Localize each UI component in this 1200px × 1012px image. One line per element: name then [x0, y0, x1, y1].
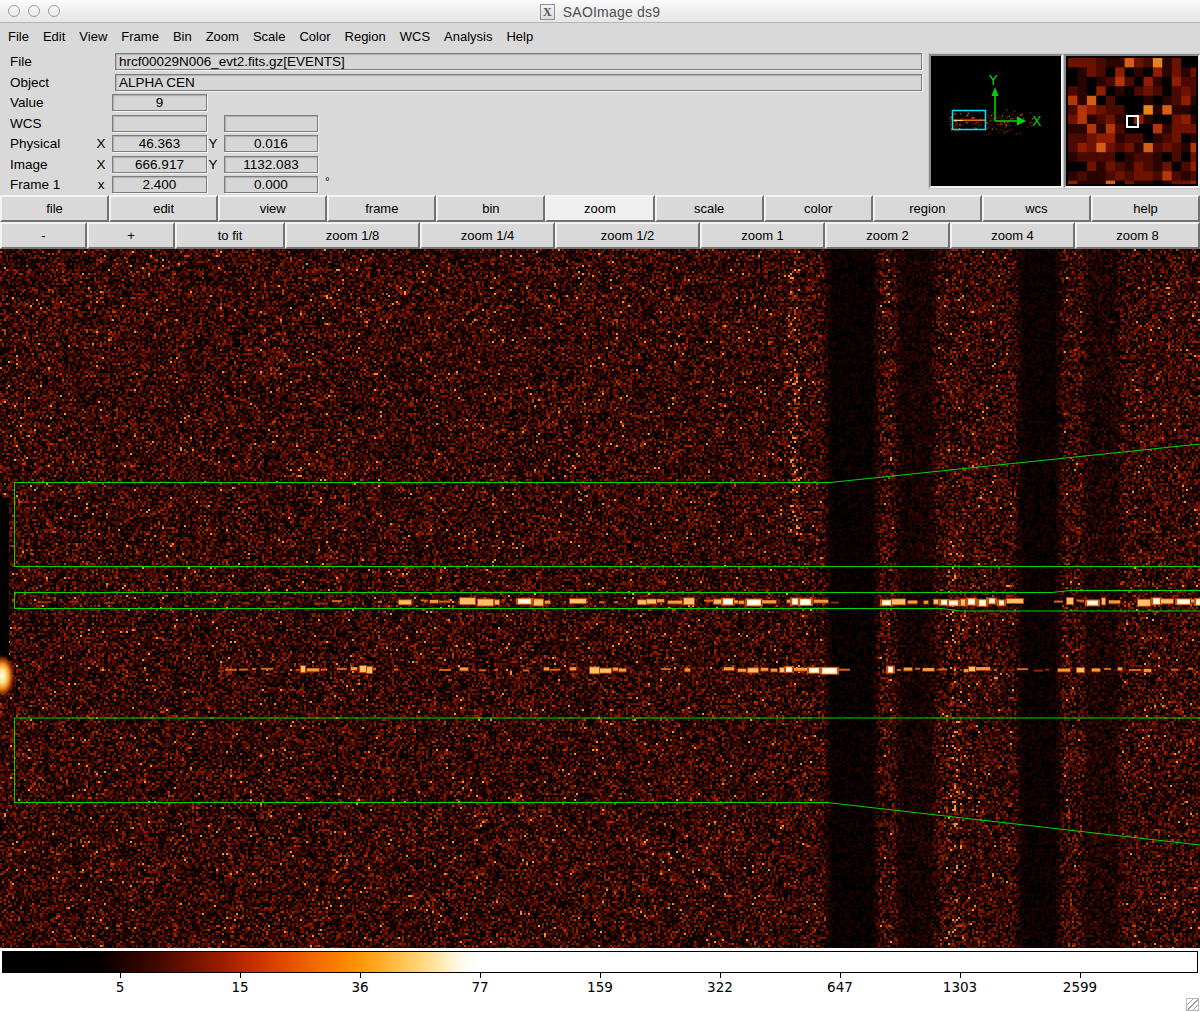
axis-label-physical-2: Y — [206, 135, 220, 152]
colorbar-tick — [360, 973, 361, 978]
colorbar-tick-label: 2599 — [1063, 979, 1097, 995]
colorbar-tick-label: 1303 — [943, 979, 977, 995]
colorbar-tick-label: 647 — [827, 979, 853, 995]
colorbar-tick — [960, 973, 961, 978]
axis-label-frame-1: x — [94, 176, 108, 193]
info-label-physical: Physical — [10, 135, 60, 152]
colorbar-tick-label: 15 — [231, 979, 248, 995]
colorbar-tick-label: 5 — [116, 979, 125, 995]
object-field[interactable]: ALPHA CEN — [115, 74, 922, 91]
magnifier — [1064, 54, 1200, 188]
colorbar-tick — [1080, 973, 1081, 978]
menu-wcs[interactable]: WCS — [400, 27, 430, 46]
physical-field-2[interactable]: 0.016 — [224, 135, 318, 152]
toolbar-button-edit[interactable]: edit — [109, 195, 218, 222]
frame-field-1[interactable]: 2.400 — [112, 176, 207, 193]
info-label-value: Value — [10, 94, 44, 111]
axis-label-image-2: Y — [206, 156, 220, 173]
info-label-object: Object — [10, 74, 49, 91]
wcs-field-1[interactable] — [112, 115, 207, 132]
info-label-frame: Frame 1 — [10, 176, 60, 193]
toolbar-button-frame[interactable]: frame — [327, 195, 436, 222]
frame-field-2[interactable]: 0.000 — [224, 176, 318, 193]
toolbar-button-file[interactable]: file — [0, 195, 109, 222]
menu-edit[interactable]: Edit — [43, 27, 65, 46]
menu-analysis[interactable]: Analysis — [444, 27, 492, 46]
toolbar-button-view[interactable]: view — [218, 195, 327, 222]
zoom-button-zoom-4[interactable]: zoom 4 — [950, 222, 1075, 249]
toolbar-button-scale[interactable]: scale — [655, 195, 764, 222]
colorbar-tick — [600, 973, 601, 978]
resize-grip[interactable] — [1186, 998, 1199, 1011]
zoom-button-zoom-1-4[interactable]: zoom 1/4 — [420, 222, 555, 249]
zoom-button-zoom-1-8[interactable]: zoom 1/8 — [285, 222, 420, 249]
info-panel: File hrcf00029N006_evt2.fits.gz[EVENTS] Ob… — [0, 49, 1200, 195]
colorbar-tick — [720, 973, 721, 978]
toolbar-button-zoom[interactable]: zoom — [545, 195, 654, 222]
menu-color[interactable]: Color — [299, 27, 330, 46]
menu-frame[interactable]: Frame — [121, 27, 159, 46]
zoom-button--[interactable]: - — [0, 222, 87, 249]
panner[interactable] — [929, 54, 1063, 188]
menu-view[interactable]: View — [79, 27, 107, 46]
colorbar-tick-label: 322 — [707, 979, 733, 995]
axis-label-image-1: X — [94, 156, 108, 173]
ds9-window: X SAOImage ds9 File Edit View Frame Bin Zoom S… — [0, 0, 1200, 1012]
x11-app-icon: X — [540, 4, 555, 20]
image-field-1[interactable]: 666.917 — [112, 156, 207, 173]
colorbar-tick — [480, 973, 481, 978]
value-field[interactable]: 9 — [112, 94, 207, 111]
colorbar[interactable] — [2, 951, 1198, 973]
zoom-button-zoom-8[interactable]: zoom 8 — [1075, 222, 1200, 249]
zoom-button-+[interactable]: + — [87, 222, 175, 249]
menu-bin[interactable]: Bin — [173, 27, 192, 46]
menubar: File Edit View Frame Bin Zoom Scale Color Region… — [0, 24, 1200, 49]
menu-region[interactable]: Region — [345, 27, 386, 46]
colorbar-area: 5 15 36 77 159 322 647 1303 2599 — [0, 948, 1200, 1012]
toolbar-button-help[interactable]: help — [1091, 195, 1200, 222]
zoom-button-zoom-1[interactable]: zoom 1 — [700, 222, 825, 249]
toolbar-button-wcs[interactable]: wcs — [982, 195, 1091, 222]
colorbar-gradient — [3, 952, 1197, 972]
info-label-image: Image — [10, 156, 48, 173]
menu-scale[interactable]: Scale — [253, 27, 286, 46]
zoom-button-to-fit[interactable]: to fit — [175, 222, 285, 249]
colorbar-tick-label: 36 — [351, 979, 368, 995]
info-label-file: File — [10, 53, 32, 70]
window-titlebar: X SAOImage ds9 — [0, 0, 1200, 23]
menu-file[interactable]: File — [8, 27, 29, 46]
image-canvas[interactable] — [0, 249, 1200, 948]
wcs-field-2[interactable] — [224, 115, 318, 132]
magnifier-canvas — [1068, 58, 1196, 184]
zoom-button-zoom-1-2[interactable]: zoom 1/2 — [555, 222, 700, 249]
file-field[interactable]: hrcf00029N006_evt2.fits.gz[EVENTS] — [115, 53, 922, 70]
toolbar-button-region[interactable]: region — [873, 195, 982, 222]
toolbar-zoom: -+to fitzoom 1/8zoom 1/4zoom 1/2zoom 1zo… — [0, 222, 1200, 249]
degree-suffix: ° — [325, 175, 330, 189]
zoom-button-zoom-2[interactable]: zoom 2 — [825, 222, 950, 249]
colorbar-tick-label: 77 — [471, 979, 488, 995]
colorbar-tick-label: 159 — [587, 979, 613, 995]
menu-help[interactable]: Help — [506, 27, 533, 46]
info-label-wcs: WCS — [10, 115, 42, 132]
menu-zoom[interactable]: Zoom — [206, 27, 239, 46]
toolbar-button-bin[interactable]: bin — [436, 195, 545, 222]
window-title: SAOImage ds9 — [563, 4, 660, 20]
toolbar-button-color[interactable]: color — [764, 195, 873, 222]
colorbar-tick — [120, 973, 121, 978]
panner-canvas[interactable] — [933, 58, 1059, 184]
physical-field-1[interactable]: 46.363 — [112, 135, 207, 152]
colorbar-tick — [240, 973, 241, 978]
toolbar-primary: fileeditviewframebinzoomscalecolorregion… — [0, 195, 1200, 222]
image-field-2[interactable]: 1132.083 — [224, 156, 318, 173]
colorbar-tick — [840, 973, 841, 978]
axis-label-physical-1: X — [94, 135, 108, 152]
